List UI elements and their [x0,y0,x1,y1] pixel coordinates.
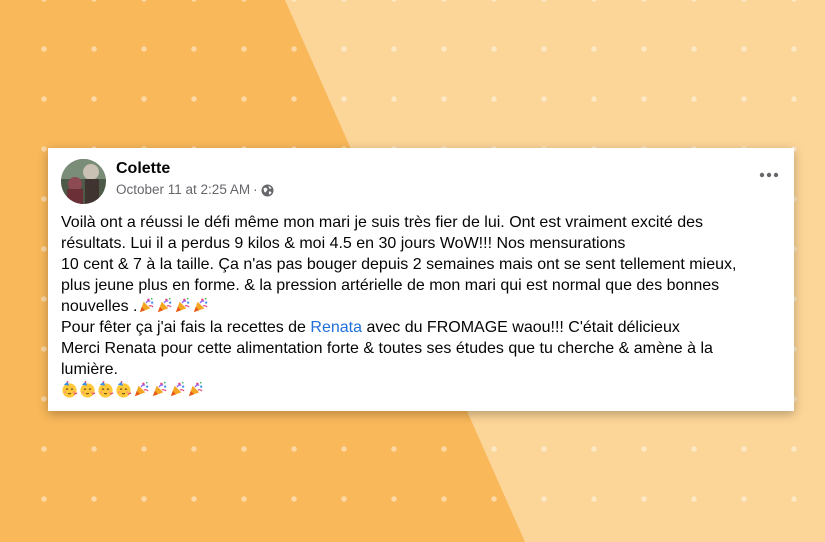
post-text-line: résultats. Lui il a perdus 9 kilos & moi… [61,235,626,252]
partying-face-emoji-icon [97,381,114,398]
emoji-row [138,297,210,315]
party-popper-emoji-icon [174,297,191,314]
post-text-line-recipe: Pour fêter ça j'ai fais la recettes de R… [61,317,779,338]
party-popper-emoji-icon [192,297,209,314]
more-options-icon[interactable] [758,168,780,180]
partying-face-emoji-icon [79,381,96,398]
mention-link-renata[interactable]: Renata [310,319,362,336]
party-popper-emoji-icon [156,297,173,314]
post-meta: October 11 at 2:25 AM · [116,182,274,197]
recipe-text-after: avec du FROMAGE waou!!! C'était délicieu… [362,319,680,336]
emoji-row [61,380,779,401]
partying-face-emoji-icon [61,381,78,398]
post-text-line: 10 cent & 7 à la taille. Ça n'as pas bou… [61,256,737,273]
post-timestamp[interactable]: October 11 at 2:25 AM [116,182,250,197]
post-text-line-with-emoji: nouvelles . [61,296,779,317]
partying-face-emoji-icon [115,381,132,398]
post-text-line: Merci Renata pour cette alimentation for… [61,340,713,357]
facebook-post-card: Colette October 11 at 2:25 AM · Voilà on… [48,148,794,411]
post-text-line: plus jeune plus en forme. & la pression … [61,277,720,294]
post-text-line: Voilà ont a réussi le défi même mon mari… [61,214,704,231]
post-text-line: lumière. [61,361,118,378]
globe-icon[interactable] [261,184,274,197]
party-popper-emoji-icon [138,297,155,314]
party-popper-emoji-icon [169,381,186,398]
author-name[interactable]: Colette [116,160,170,178]
post-body: Voilà ont a réussi le défi même mon mari… [61,212,779,401]
party-popper-emoji-icon [151,381,168,398]
party-popper-emoji-icon [133,381,150,398]
post-text-line: nouvelles . [61,298,138,315]
party-popper-emoji-icon [187,381,204,398]
meta-separator: · [253,182,258,197]
recipe-text-before: Pour fêter ça j'ai fais la recettes de [61,319,311,336]
avatar[interactable] [61,159,106,204]
